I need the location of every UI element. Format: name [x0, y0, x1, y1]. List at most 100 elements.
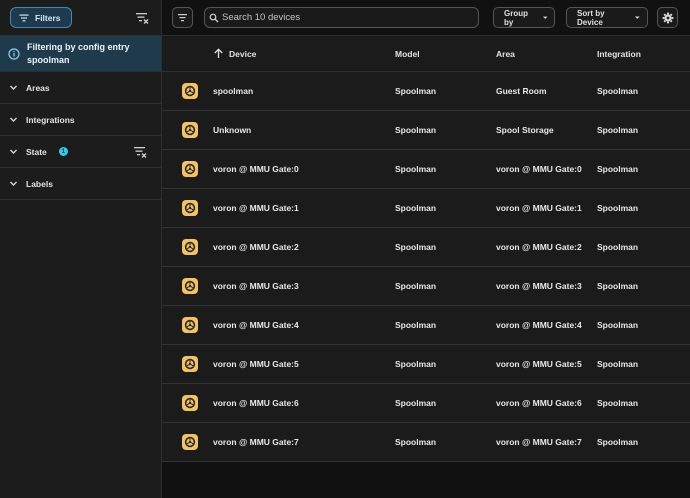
cell-device: spoolman [213, 86, 254, 96]
filter-section-state[interactable]: State 1 [0, 136, 161, 168]
spool-icon [181, 317, 198, 333]
cell-model: Spoolman [395, 164, 437, 174]
cell-area: voron @ MMU Gate:1 [496, 203, 582, 213]
spool-icon [181, 395, 198, 411]
cell-device: voron @ MMU Gate:1 [213, 203, 299, 213]
filter-section-areas[interactable]: Areas [0, 72, 161, 104]
table-row[interactable]: voron @ MMU Gate:7 Spoolman voron @ MMU Ga… [162, 423, 690, 462]
cell-area: voron @ MMU Gate:3 [496, 281, 582, 291]
info-icon [8, 48, 20, 60]
cell-area: voron @ MMU Gate:6 [496, 398, 582, 408]
cell-device: voron @ MMU Gate:6 [213, 398, 299, 408]
cell-device: Unknown [213, 125, 252, 135]
search-box[interactable] [204, 7, 479, 28]
column-header-integration[interactable]: Integration [597, 49, 687, 59]
section-label: Areas [26, 82, 50, 93]
sort-by-dropdown[interactable]: Sort by Device [566, 7, 648, 28]
cell-device: voron @ MMU Gate:2 [213, 242, 299, 252]
cell-device: voron @ MMU Gate:4 [213, 320, 299, 330]
section-label: State [26, 146, 47, 157]
cell-model: Spoolman [395, 320, 437, 330]
sidebar-header: Filters [0, 0, 161, 36]
search-icon [209, 13, 219, 22]
cell-area: voron @ MMU Gate:0 [496, 164, 582, 174]
chevron-down-icon [10, 117, 17, 122]
filter-info-banner: Filtering by config entry spoolman [0, 36, 161, 72]
filter-info-text: Filtering by config entry spoolman [27, 42, 130, 65]
table-row[interactable]: spoolman Spoolman Guest Room Spoolman [162, 72, 690, 111]
spool-icon [181, 200, 198, 216]
cell-area: voron @ MMU Gate:2 [496, 242, 582, 252]
table-row[interactable]: voron @ MMU Gate:4 Spoolman voron @ MMU Ga… [162, 306, 690, 345]
table-row[interactable]: voron @ MMU Gate:2 Spoolman voron @ MMU Ga… [162, 228, 690, 267]
cell-integration: Spoolman [597, 164, 639, 174]
cell-model: Spoolman [395, 359, 437, 369]
caret-down-icon [542, 16, 548, 19]
cell-integration: Spoolman [597, 281, 639, 291]
filter-sidebar: Filters Filtering by config entry spoolm… [0, 0, 162, 498]
cell-model: Spoolman [395, 437, 437, 447]
column-header-area[interactable]: Area [496, 49, 597, 59]
cell-device: voron @ MMU Gate:0 [213, 164, 299, 174]
filter-icon [19, 14, 29, 21]
toggle-filters-button[interactable] [172, 7, 193, 28]
filters-button[interactable]: Filters [10, 7, 72, 28]
cell-model: Spoolman [395, 281, 437, 291]
search-input[interactable] [222, 12, 462, 23]
cell-area: Spool Storage [496, 125, 554, 135]
table-header: Device Model Area Integration [162, 36, 690, 72]
devices-main: Group by Sort by Device Device [162, 0, 690, 498]
cell-model: Spoolman [395, 86, 437, 96]
cell-area: voron @ MMU Gate:4 [496, 320, 582, 330]
clear-filters-button[interactable] [133, 9, 151, 27]
column-header-device[interactable]: Device [213, 48, 395, 59]
state-filter-count-badge: 1 [58, 147, 68, 156]
clear-state-filter-button[interactable] [131, 143, 149, 161]
table-row[interactable]: voron @ MMU Gate:0 Spoolman voron @ MMU Ga… [162, 150, 690, 189]
spool-icon [181, 122, 198, 138]
cell-integration: Spoolman [597, 242, 639, 252]
cell-area: voron @ MMU Gate:5 [496, 359, 582, 369]
settings-button[interactable] [657, 7, 678, 28]
filter-remove-icon [134, 146, 147, 158]
table-row[interactable]: Unknown Spoolman Spool Storage Spoolman [162, 111, 690, 150]
group-by-dropdown[interactable]: Group by [493, 7, 555, 28]
table-row[interactable]: voron @ MMU Gate:6 Spoolman voron @ MMU Ga… [162, 384, 690, 423]
cell-model: Spoolman [395, 125, 437, 135]
cell-device: voron @ MMU Gate:3 [213, 281, 299, 291]
cell-model: Spoolman [395, 203, 437, 213]
arrow-up-icon [214, 48, 223, 58]
spool-icon [181, 83, 198, 99]
filters-label: Filters [35, 12, 61, 23]
group-by-label: Group by [504, 8, 528, 27]
chevron-down-icon [10, 181, 17, 186]
cell-integration: Spoolman [597, 398, 639, 408]
chevron-down-icon [10, 85, 17, 90]
cell-area: Guest Room [496, 86, 547, 96]
section-label: Labels [26, 178, 53, 189]
spool-icon [181, 161, 198, 177]
cell-integration: Spoolman [597, 125, 639, 135]
spool-icon [181, 239, 198, 255]
filter-remove-icon [136, 12, 149, 24]
cell-integration: Spoolman [597, 437, 639, 447]
cell-model: Spoolman [395, 398, 437, 408]
spool-icon [181, 278, 198, 294]
filter-section-labels[interactable]: Labels [0, 168, 161, 200]
section-label: Integrations [26, 114, 75, 125]
chevron-down-icon [10, 149, 17, 154]
cell-area: voron @ MMU Gate:7 [496, 437, 582, 447]
caret-down-icon [635, 16, 641, 19]
gear-icon [662, 12, 673, 23]
cell-model: Spoolman [395, 242, 437, 252]
table-row[interactable]: voron @ MMU Gate:1 Spoolman voron @ MMU Ga… [162, 189, 690, 228]
table-row[interactable]: voron @ MMU Gate:5 Spoolman voron @ MMU Ga… [162, 345, 690, 384]
device-table-body: spoolman Spoolman Guest Room Spoolman Unknow… [162, 72, 690, 462]
table-row[interactable]: voron @ MMU Gate:3 Spoolman voron @ MMU Ga… [162, 267, 690, 306]
filter-section-integrations[interactable]: Integrations [0, 104, 161, 136]
spool-icon [181, 356, 198, 372]
cell-integration: Spoolman [597, 320, 639, 330]
spool-icon [181, 434, 198, 450]
column-header-model[interactable]: Model [395, 49, 496, 59]
cell-device: voron @ MMU Gate:7 [213, 437, 299, 447]
